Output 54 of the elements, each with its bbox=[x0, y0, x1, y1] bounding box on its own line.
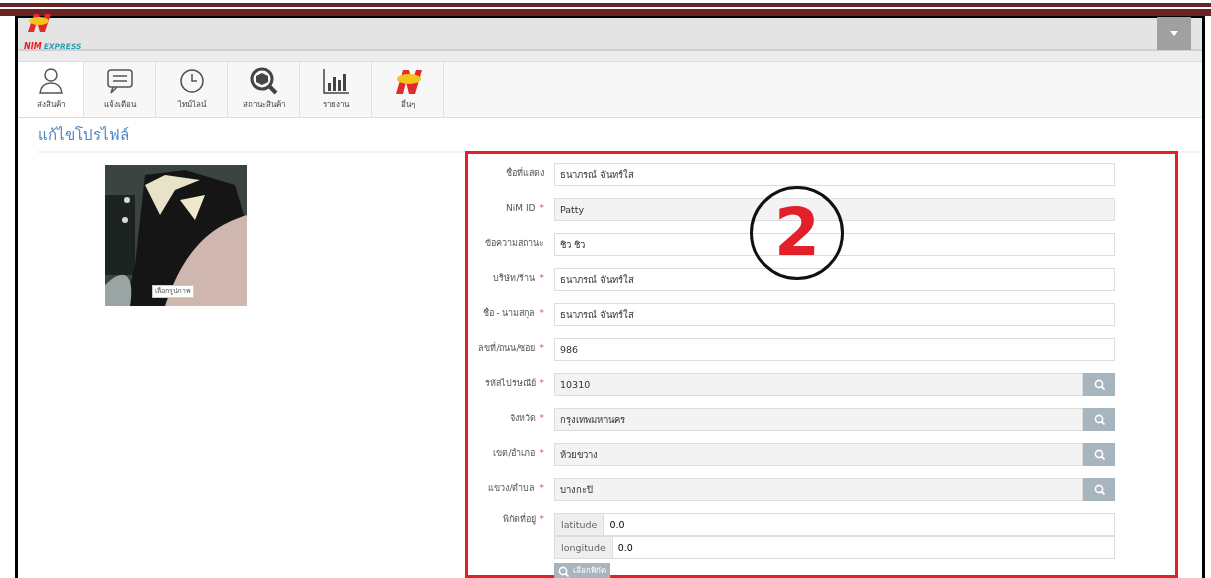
field-label: เขต/อำเภอ bbox=[493, 448, 536, 459]
bar-chart-icon bbox=[320, 66, 351, 96]
search-button[interactable] bbox=[1083, 407, 1115, 431]
input-addon: longitude bbox=[554, 535, 613, 559]
field-label: ข้อความสถานะ bbox=[485, 238, 544, 249]
field-label: ชื่อที่แสดง bbox=[506, 168, 544, 179]
search-button[interactable] bbox=[1083, 372, 1115, 396]
search-icon bbox=[1093, 413, 1105, 425]
dropdown-button[interactable] bbox=[1157, 17, 1191, 50]
input-field[interactable]: กรุงเทพมหานคร bbox=[554, 407, 1083, 431]
required-mark: * bbox=[539, 413, 544, 424]
input-field[interactable]: ธนาภรณ์ จันทร์ใส bbox=[554, 162, 1115, 186]
required-mark: * bbox=[539, 483, 544, 494]
required-mark: * bbox=[539, 343, 544, 354]
search-button[interactable] bbox=[1083, 477, 1115, 501]
page-title: แก้ไขโปรไฟล์ bbox=[38, 124, 1202, 153]
tab[interactable]: ไทม์ไลน์ bbox=[156, 62, 228, 117]
required-mark: * bbox=[539, 448, 544, 459]
required-mark: * bbox=[539, 203, 544, 214]
tab[interactable]: ส่งสินค้า bbox=[18, 62, 84, 117]
input-addon: latitude bbox=[554, 512, 605, 536]
field-label: จังหวัด bbox=[509, 413, 536, 424]
caret-icon bbox=[1170, 31, 1178, 36]
input-field[interactable]: 986 bbox=[554, 337, 1115, 361]
field-label: รหัสไปรษณีย์ bbox=[484, 378, 536, 389]
field-label: NiM ID bbox=[506, 203, 536, 214]
input-field[interactable]: บางกะปิ bbox=[554, 477, 1083, 501]
search-icon bbox=[1093, 448, 1105, 460]
input-field[interactable]: ธนาภรณ์ จันทร์ใส bbox=[554, 302, 1115, 326]
field-label: บริษัท/ร้าน bbox=[493, 273, 536, 284]
annotation-circle: 2 bbox=[750, 185, 844, 280]
field-label: แขวง/ตำบล bbox=[488, 483, 536, 494]
speech-bubble-icon bbox=[104, 66, 135, 96]
required-mark: * bbox=[539, 378, 544, 389]
field-label: ชื่อ - นามสกุล bbox=[482, 308, 536, 319]
search-button[interactable] bbox=[1083, 442, 1115, 466]
required-mark: * bbox=[539, 513, 544, 524]
search-icon bbox=[1093, 483, 1105, 495]
tab[interactable]: สถานะสินค้า bbox=[228, 62, 300, 117]
required-mark: * bbox=[539, 273, 544, 284]
tab[interactable]: แจ้งเตือน bbox=[84, 62, 156, 117]
input-field[interactable]: ธนาภรณ์ จันทร์ใส bbox=[554, 267, 1115, 291]
tab[interactable]: รายงาน bbox=[300, 62, 372, 117]
input-field[interactable]: 10310 bbox=[554, 372, 1083, 396]
search-icon bbox=[558, 565, 569, 577]
input-field[interactable]: 0.0 bbox=[604, 512, 1115, 536]
magnifier-box-icon bbox=[248, 66, 279, 96]
field-label: พิกัดที่อยู่ bbox=[502, 513, 536, 524]
tab[interactable]: อื่นๆ bbox=[372, 62, 444, 117]
search-icon bbox=[1093, 378, 1105, 390]
input-field[interactable]: ห้วยขวาง bbox=[554, 442, 1083, 466]
required-mark: * bbox=[539, 308, 544, 319]
field-label: ลขที่/ถนน/ซอย bbox=[478, 343, 536, 354]
input-field[interactable]: 0.0 bbox=[612, 535, 1115, 559]
